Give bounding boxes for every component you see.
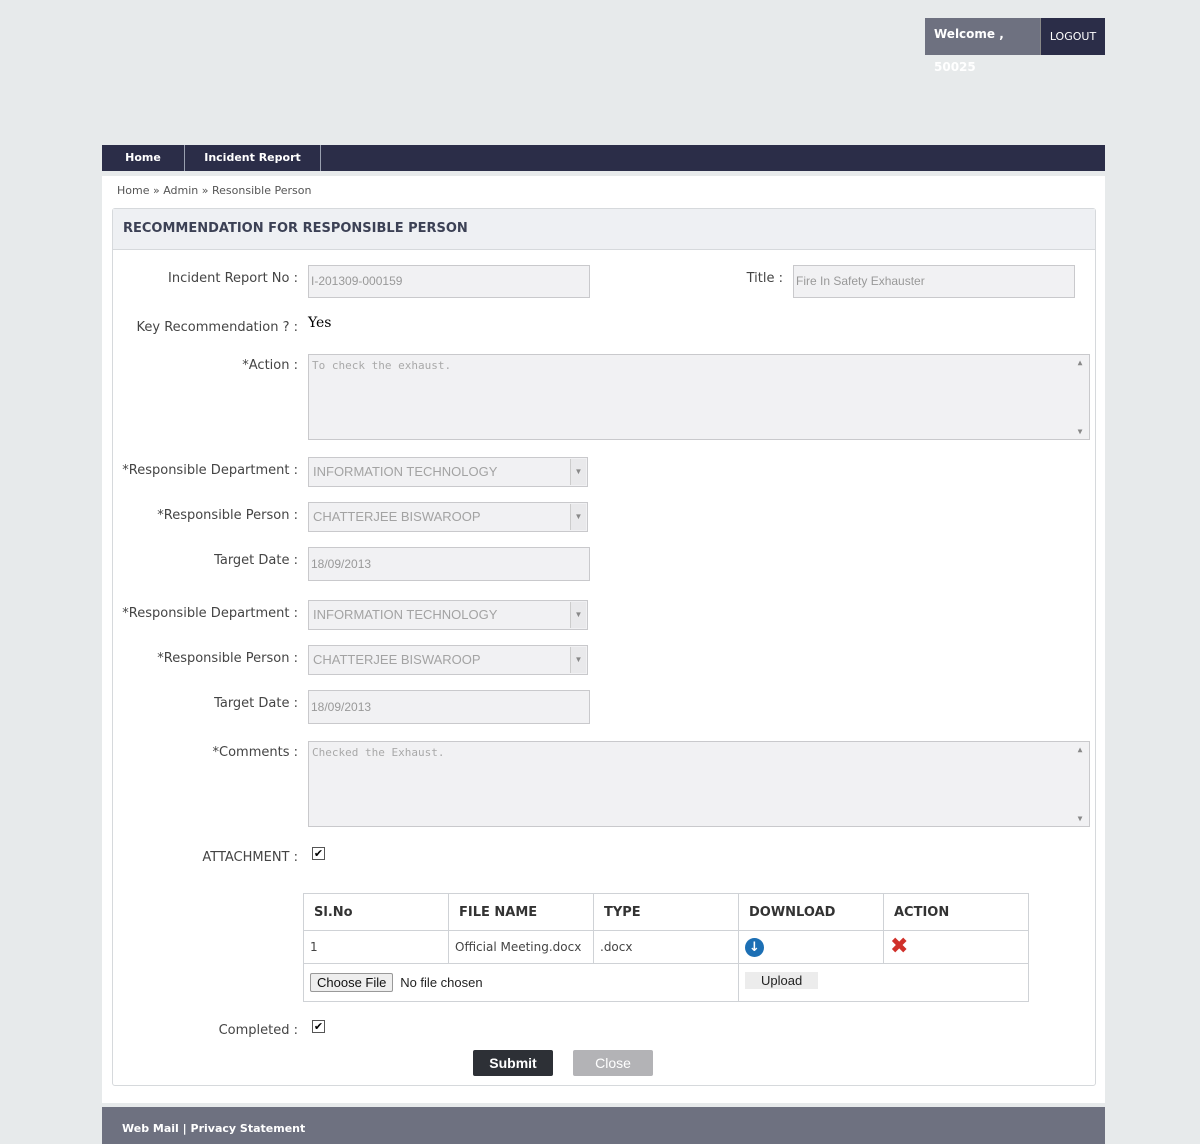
action-text: To check the exhaust. xyxy=(312,359,452,372)
comments-text: Checked the Exhaust. xyxy=(312,746,445,759)
close-button[interactable]: Close xyxy=(573,1050,653,1076)
chevron-down-icon[interactable]: ▼ xyxy=(570,459,586,485)
attachment-label: ATTACHMENT : xyxy=(202,850,298,865)
resp-person-select-2[interactable]: CHATTERJEE BISWAROOP ▼ xyxy=(308,645,588,675)
user-bar: Welcome , 50025 LOGOUT xyxy=(925,18,1105,74)
scroll-down-icon[interactable]: ▼ xyxy=(1078,427,1083,436)
file-chooser-cell: Choose File No file chosen xyxy=(303,963,739,1002)
completed-checkbox[interactable]: ✔ xyxy=(312,1020,325,1033)
scroll-up-icon[interactable]: ▲ xyxy=(1078,745,1083,754)
cell-type: .docx xyxy=(593,930,739,964)
choose-file-button[interactable]: Choose File xyxy=(310,973,394,992)
breadcrumb-separator: » xyxy=(201,184,209,197)
resp-dept-select[interactable]: INFORMATION TECHNOLOGY ▼ xyxy=(308,457,588,487)
col-header-slno: Sl.No xyxy=(303,893,449,931)
resp-dept-value-2: INFORMATION TECHNOLOGY xyxy=(313,607,498,622)
target-date-label-2: Target Date : xyxy=(214,696,298,711)
title-field[interactable]: Fire In Safety Exhauster xyxy=(793,265,1075,298)
submit-button[interactable]: Submit xyxy=(473,1050,553,1076)
table-header-row: Sl.No FILE NAME TYPE DOWNLOAD ACTION xyxy=(303,893,1029,931)
breadcrumb-current: Resonsible Person xyxy=(212,184,312,197)
resp-person-select[interactable]: CHATTERJEE BISWAROOP ▼ xyxy=(308,502,588,532)
upload-cell: Upload xyxy=(738,963,1029,1002)
resp-person-value-2: CHATTERJEE BISWAROOP xyxy=(313,652,481,667)
resp-dept-label-2: *Responsible Department : xyxy=(122,606,298,621)
breadcrumb-home[interactable]: Home xyxy=(117,184,149,197)
col-header-action: ACTION xyxy=(883,893,1029,931)
completed-label: Completed : xyxy=(218,1023,298,1038)
col-header-type: TYPE xyxy=(593,893,739,931)
key-recommendation-value: Yes xyxy=(308,315,332,331)
cell-slno: 1 xyxy=(303,930,449,964)
key-recommendation-label: Key Recommendation ? : xyxy=(136,320,298,335)
col-header-filename: FILE NAME xyxy=(448,893,594,931)
nav-home[interactable]: Home xyxy=(102,145,185,171)
scroll-down-icon[interactable]: ▼ xyxy=(1078,814,1083,823)
action-label: *Action : xyxy=(242,358,298,373)
resp-dept-label: *Responsible Department : xyxy=(122,463,298,478)
action-textarea[interactable]: To check the exhaust. ▲ ▼ xyxy=(308,354,1090,440)
footer-separator: | xyxy=(182,1122,187,1135)
download-icon[interactable]: ↓ xyxy=(745,937,764,957)
footer: Web Mail | Privacy Statement xyxy=(102,1107,1105,1144)
scroll-up-icon[interactable]: ▲ xyxy=(1078,358,1083,367)
main-nav: Home Incident Report xyxy=(102,145,1105,171)
panel-title: RECOMMENDATION FOR RESPONSIBLE PERSON xyxy=(113,209,1095,250)
incident-no-label: Incident Report No : xyxy=(168,271,298,286)
attachment-checkbox[interactable]: ✔ xyxy=(312,847,325,860)
chevron-down-icon[interactable]: ▼ xyxy=(570,602,586,628)
table-row: 1 Official Meeting.docx .docx ↓ ✖ xyxy=(303,930,1029,964)
comments-label: *Comments : xyxy=(212,745,298,760)
breadcrumb-separator: » xyxy=(152,184,160,197)
logout-button[interactable]: LOGOUT xyxy=(1040,18,1105,55)
webmail-link[interactable]: Web Mail xyxy=(122,1122,179,1135)
cell-action: ✖ xyxy=(883,930,1029,964)
delete-icon[interactable]: ✖ xyxy=(890,936,908,958)
attachment-table: Sl.No FILE NAME TYPE DOWNLOAD ACTION 1 O… xyxy=(303,893,1029,1002)
target-date-field-2[interactable]: 18/09/2013 xyxy=(308,690,590,724)
no-file-text: No file chosen xyxy=(400,975,483,990)
privacy-link[interactable]: Privacy Statement xyxy=(191,1122,306,1135)
target-date-field[interactable]: 18/09/2013 xyxy=(308,547,590,581)
cell-download: ↓ xyxy=(738,930,884,964)
nav-incident-report[interactable]: Incident Report xyxy=(185,145,321,171)
comments-textarea[interactable]: Checked the Exhaust. ▲ ▼ xyxy=(308,741,1090,827)
chevron-down-icon[interactable]: ▼ xyxy=(570,504,586,530)
resp-person-label-2: *Responsible Person : xyxy=(157,651,298,666)
incident-no-field[interactable]: I-201309-000159 xyxy=(308,265,590,298)
page-content: Home » Admin » Resonsible Person RECOMME… xyxy=(102,176,1105,1103)
breadcrumb: Home » Admin » Resonsible Person xyxy=(117,184,311,197)
col-header-download: DOWNLOAD xyxy=(738,893,884,931)
resp-dept-value: INFORMATION TECHNOLOGY xyxy=(313,464,498,479)
welcome-text: Welcome , 50025 xyxy=(925,18,1040,74)
upload-row: Choose File No file chosen Upload xyxy=(303,963,1029,1002)
resp-dept-select-2[interactable]: INFORMATION TECHNOLOGY ▼ xyxy=(308,600,588,630)
cell-filename: Official Meeting.docx xyxy=(448,930,594,964)
title-label: Title : xyxy=(746,271,783,286)
chevron-down-icon[interactable]: ▼ xyxy=(570,647,586,673)
resp-person-label: *Responsible Person : xyxy=(157,508,298,523)
upload-button[interactable]: Upload xyxy=(745,972,819,989)
target-date-label: Target Date : xyxy=(214,553,298,568)
recommendation-panel: RECOMMENDATION FOR RESPONSIBLE PERSON In… xyxy=(112,208,1096,1086)
action-scrollbar[interactable]: ▲ ▼ xyxy=(1072,356,1088,438)
breadcrumb-admin[interactable]: Admin xyxy=(163,184,198,197)
resp-person-value: CHATTERJEE BISWAROOP xyxy=(313,509,481,524)
comments-scrollbar[interactable]: ▲ ▼ xyxy=(1072,743,1088,825)
